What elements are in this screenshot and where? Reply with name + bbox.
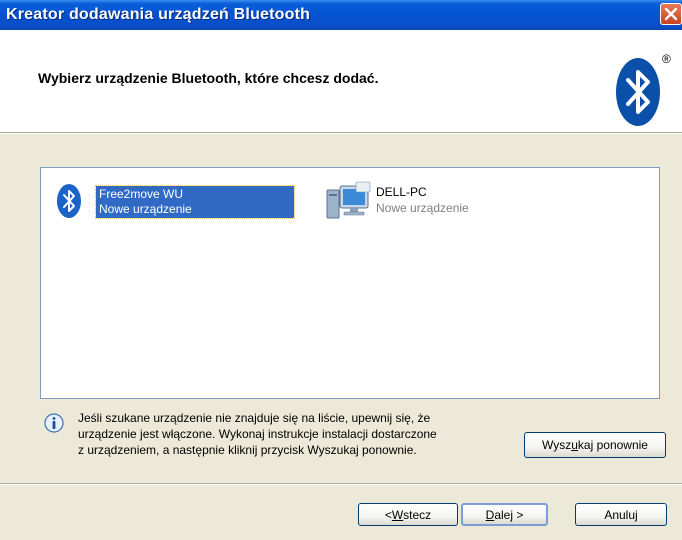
- info-text: Jeśli szukane urządzenie nie znajduje si…: [78, 410, 518, 458]
- info-line: Jeśli szukane urządzenie nie znajduje si…: [78, 411, 431, 425]
- next-button[interactable]: Dalej >: [461, 503, 548, 526]
- button-label-part: kaj ponownie: [577, 438, 648, 452]
- info-icon: [44, 413, 64, 433]
- computer-icon: [326, 181, 371, 219]
- cancel-button[interactable]: Anuluj: [575, 503, 667, 526]
- device-label: DELL-PC Nowe urządzenie: [376, 184, 526, 216]
- device-label: Free2move WU Nowe urządzenie: [95, 185, 295, 219]
- button-label-part: alej >: [494, 507, 524, 522]
- access-key: W: [391, 507, 404, 522]
- registered-mark: ®: [662, 52, 671, 66]
- device-list[interactable]: Free2move WU Nowe urządzenie DELL-PC Now…: [40, 167, 660, 399]
- button-label-part: Wysz: [542, 438, 572, 452]
- header-divider: [0, 132, 682, 134]
- footer-divider: [0, 483, 682, 485]
- window-title: Kreator dodawania urządzeń Bluetooth: [6, 6, 311, 23]
- title-bar[interactable]: Kreator dodawania urządzeń Bluetooth: [0, 0, 682, 30]
- access-key: u: [571, 438, 578, 452]
- info-line: z urządzeniem, a następnie kliknij przyc…: [78, 443, 417, 457]
- device-status: Nowe urządzenie: [99, 202, 192, 216]
- close-button[interactable]: [660, 3, 682, 25]
- access-key: D: [485, 507, 495, 522]
- device-name: Free2move WU: [99, 187, 184, 201]
- page-title: Wybierz urządzenie Bluetooth, które chce…: [38, 70, 379, 86]
- back-button[interactable]: < Wstecz: [358, 503, 458, 526]
- wizard-header: Wybierz urządzenie Bluetooth, które chce…: [0, 30, 682, 132]
- wizard-window: Kreator dodawania urządzeń Bluetooth Wyb…: [0, 0, 682, 540]
- search-again-button[interactable]: Wysz u kaj ponownie: [524, 432, 666, 458]
- device-status: Nowe urządzenie: [376, 201, 469, 215]
- bluetooth-device-icon: [57, 184, 81, 218]
- bluetooth-logo-icon: [616, 58, 660, 126]
- info-line: urządzenie jest włączone. Wykonaj instru…: [78, 427, 437, 441]
- button-label-part: stecz: [403, 507, 432, 522]
- close-icon: [664, 7, 678, 21]
- device-name: DELL-PC: [376, 185, 427, 199]
- button-label-part: <: [384, 507, 392, 522]
